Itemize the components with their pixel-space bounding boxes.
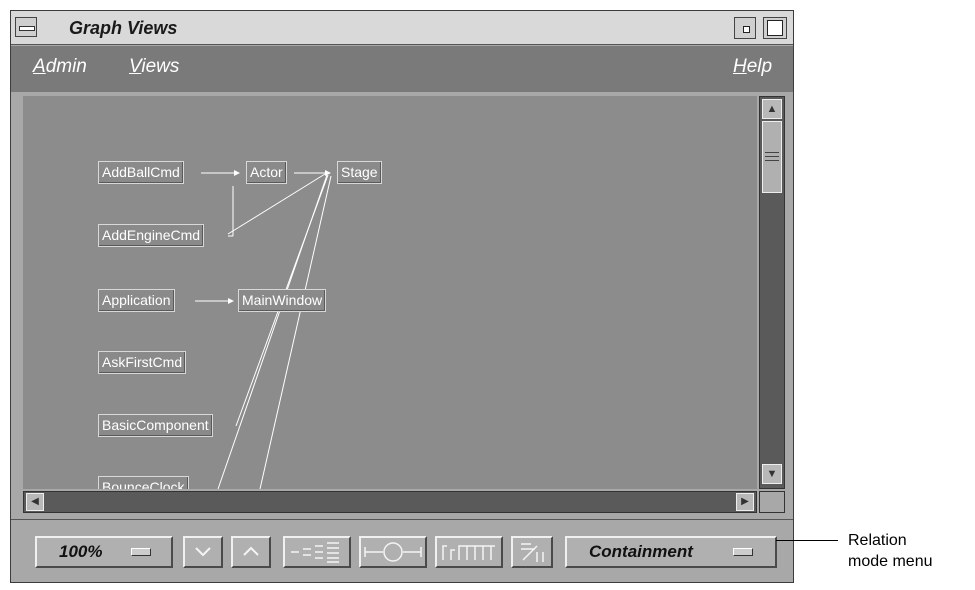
relation-mode-value: Containment [589,542,693,561]
menu-help-label: elp [746,56,773,77]
minimize-button[interactable] [734,17,756,39]
graph-node[interactable]: AddEngineCmd [98,224,205,247]
graph-canvas[interactable]: AddBallCmd Actor Stage AddEngineCmd Appl… [23,96,757,489]
zoom-value: 100% [59,542,103,561]
menu-admin-mnemonic: A [33,56,46,77]
grip-line [765,160,779,161]
tree-layout-icon [442,545,495,560]
option-menu-indicator-icon [131,548,151,556]
option-menu-indicator-icon [733,548,753,556]
annotation-leader-line [776,540,838,541]
menu-admin[interactable]: Admin [33,56,87,78]
menu-admin-label: dmin [45,56,87,77]
menu-views-label: iews [141,56,180,77]
graph-node[interactable]: MainWindow [238,289,327,312]
overview-icon [521,543,544,562]
maximize-icon [767,20,783,36]
graph-node[interactable]: Stage [337,161,382,184]
bottom-toolbar: 100% Containment [11,519,793,582]
menu-bar: Admin Views Help [11,46,793,92]
scroll-left-arrow-icon[interactable]: ◀ [26,493,44,511]
expand-button[interactable] [231,536,271,568]
rotate-layout-button[interactable] [359,536,427,568]
relation-mode-annotation: Relation mode menu [848,530,933,572]
scroll-up-arrow-icon[interactable]: ▲ [762,99,782,119]
node-link-icon [364,542,422,562]
menu-help-mnemonic: H [733,56,747,77]
chevron-down-icon [195,547,211,557]
graph-node[interactable]: Actor [246,161,287,184]
menu-views[interactable]: Views [129,56,179,78]
arrowhead-mainwindow [228,298,234,304]
title-bar[interactable]: Graph Views [11,11,793,45]
overview-button[interactable] [511,536,553,568]
collapse-button[interactable] [183,536,223,568]
graph-node[interactable]: BasicComponent [98,414,213,437]
chevron-up-icon [243,546,259,556]
scroll-right-arrow-icon[interactable]: ▶ [736,493,754,511]
vertical-scrollbar[interactable]: ▲ ▼ [759,96,785,489]
tree-layout-button[interactable] [435,536,503,568]
grip-line [765,152,779,153]
graph-node[interactable]: BounceClock [98,476,189,489]
window-menu-icon [19,26,35,31]
window-title: Graph Views [69,18,178,38]
scroll-down-arrow-icon[interactable]: ▼ [762,464,782,484]
menu-help[interactable]: Help [733,56,772,78]
vertical-scroll-thumb[interactable] [762,121,782,193]
zoom-option-menu[interactable]: 100% [35,536,173,568]
scrollbar-corner [759,491,785,513]
maximize-button[interactable] [763,17,787,39]
graph-node[interactable]: Application [98,289,175,312]
grip-line [765,156,779,157]
menu-views-mnemonic: V [129,56,142,77]
relation-mode-menu[interactable]: Containment [565,536,777,568]
graph-node[interactable]: AddBallCmd [98,161,184,184]
arrowhead-actor [234,170,240,176]
horizontal-scrollbar[interactable]: ◀ ▶ [23,491,757,513]
edge-bounceclock-stage-a [217,174,328,489]
minimize-icon [743,26,750,33]
graph-views-window: Graph Views Admin Views Help AddBallCmd … [10,10,794,583]
hierarchy-layout-button[interactable] [283,536,351,568]
hierarchy-layout-icon [291,542,339,563]
annotation-line-1: Relation [848,532,907,549]
graph-node[interactable]: AskFirstCmd [98,351,187,374]
window-menu-button[interactable] [15,17,37,37]
annotation-line-2: mode menu [848,553,933,570]
